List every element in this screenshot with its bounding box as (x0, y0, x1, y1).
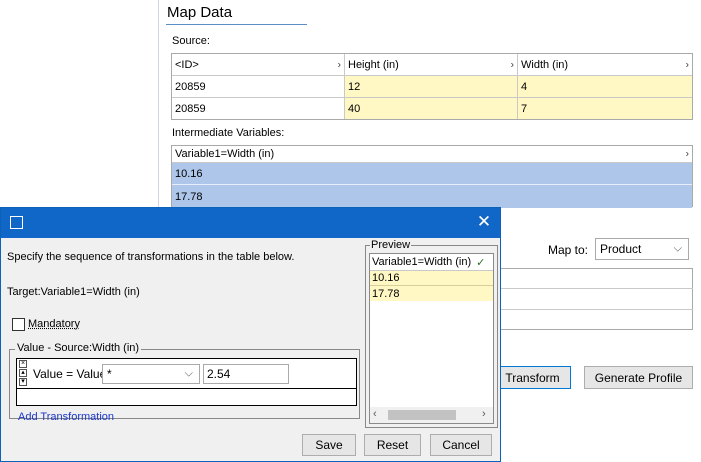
dialog-titlebar[interactable]: ✕ (1, 208, 500, 238)
intermediate-cell[interactable]: 17.78 (172, 185, 692, 208)
operand-value: 2.54 (207, 367, 231, 381)
source-cell[interactable]: 20859 (172, 98, 345, 119)
title-underline (166, 24, 307, 25)
operator-select[interactable]: * ⌵ (102, 364, 200, 384)
scroll-right-icon[interactable]: › (482, 408, 486, 420)
transformation-dialog: ✕ Specify the sequence of transformation… (0, 207, 501, 462)
preview-cell: 10.16 (370, 271, 493, 286)
table-divider (17, 388, 356, 389)
check-icon: ✓ (476, 256, 486, 269)
map-data-title: Map Data (167, 4, 233, 21)
chevron-right-icon: › (685, 148, 689, 160)
move-down-icon[interactable]: ▾ (19, 378, 27, 386)
chevron-right-icon: › (510, 59, 514, 70)
mandatory-checkbox[interactable] (12, 318, 25, 331)
preview-header: Variable1=Width (in) ✓ (370, 254, 493, 271)
source-header-id[interactable]: <ID> › (172, 54, 345, 76)
preview-legend: Preview (370, 239, 412, 251)
intermediate-header[interactable]: Variable1=Width (in) › (172, 146, 692, 163)
delete-icon[interactable]: × (19, 360, 27, 368)
value-group-legend: Value - Source:Width (in) (15, 342, 142, 354)
chevron-down-icon: ⌵ (673, 242, 682, 255)
operator-value: * (107, 367, 112, 381)
close-icon[interactable]: ✕ (474, 211, 494, 233)
chevron-right-icon: › (337, 59, 341, 70)
map-to-select[interactable]: Product ⌵ (595, 238, 689, 260)
operand-input[interactable]: 2.54 (203, 364, 289, 384)
transformation-table: × ▴ ▾ Value = Value * ⌵ 2.54 (16, 358, 357, 406)
cancel-button[interactable]: Cancel (430, 434, 492, 456)
source-cell[interactable]: 40 (345, 98, 518, 119)
map-to-label: Map to: (548, 243, 589, 257)
mandatory-label[interactable]: Mandatory (28, 318, 80, 330)
table-divider (499, 288, 693, 289)
source-header-height[interactable]: Height (in) › (345, 54, 518, 76)
source-header-label: Width (in) (521, 58, 569, 71)
scrollbar-thumb[interactable] (388, 410, 456, 420)
add-transformation-link[interactable]: Add Transformation (18, 411, 114, 423)
table-divider (499, 309, 693, 310)
source-label: Source: (172, 35, 210, 47)
move-up-icon[interactable]: ▴ (19, 369, 27, 377)
horizontal-scrollbar[interactable]: ‹ › (370, 407, 493, 423)
preview-cell: 17.78 (370, 286, 493, 301)
generate-profile-button[interactable]: Generate Profile (584, 366, 693, 389)
chevron-down-icon: ⌵ (184, 367, 193, 380)
intermediate-header-label: Variable1=Width (in) (175, 148, 275, 160)
transformation-row-label: Value = Value (33, 367, 107, 381)
dialog-target: Target:Variable1=Width (in) (7, 286, 140, 298)
transform-button[interactable]: Transform (494, 366, 571, 389)
intermediate-label: Intermediate Variables: (172, 127, 285, 139)
preview-list: Variable1=Width (in) ✓ 10.16 17.78 ‹ › (369, 253, 494, 424)
dialog-instruction: Specify the sequence of transformations … (7, 251, 295, 263)
source-cell[interactable]: 7 (518, 98, 692, 119)
map-to-value: Product (600, 242, 642, 256)
preview-header-label: Variable1=Width (in) (372, 256, 472, 268)
source-cell[interactable]: 4 (518, 76, 692, 98)
source-header-width[interactable]: Width (in) › (518, 54, 692, 76)
map-to-table (499, 268, 693, 330)
intermediate-table: Variable1=Width (in) › 10.16 17.78 (171, 145, 693, 208)
source-cell[interactable]: 12 (345, 76, 518, 98)
chevron-right-icon: › (685, 59, 689, 70)
source-header-label: Height (in) (348, 58, 399, 71)
scroll-left-icon[interactable]: ‹ (373, 408, 377, 420)
window-icon (10, 216, 23, 229)
source-table: <ID> › Height (in) › Width (in) › 20859 … (171, 53, 693, 120)
source-cell[interactable]: 20859 (172, 76, 345, 98)
intermediate-cell[interactable]: 10.16 (172, 163, 692, 185)
save-button[interactable]: Save (302, 434, 356, 456)
reset-button[interactable]: Reset (364, 434, 421, 456)
source-header-label: <ID> (175, 58, 199, 71)
